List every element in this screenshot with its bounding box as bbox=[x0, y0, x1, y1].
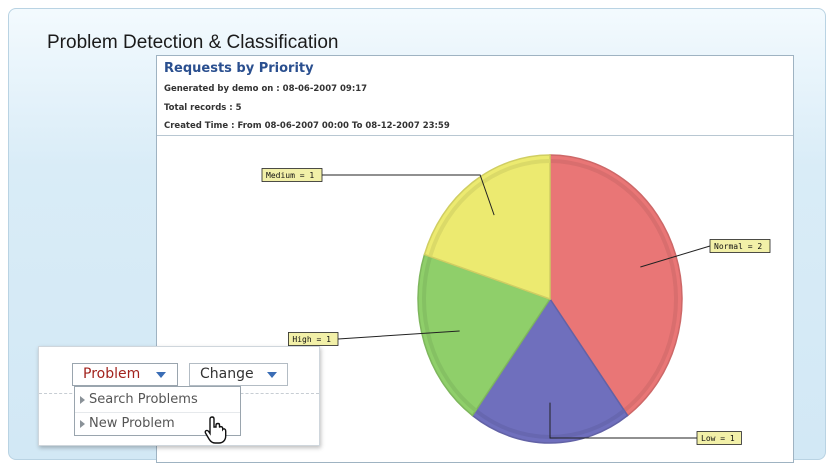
tab-change[interactable]: Change bbox=[189, 363, 288, 386]
tab-problem[interactable]: Problem bbox=[72, 363, 178, 386]
data-label-low: Low = 1 bbox=[701, 434, 735, 443]
data-label-medium: Medium = 1 bbox=[266, 171, 314, 180]
menu-item-search-problems[interactable]: Search Problems bbox=[75, 389, 240, 411]
tab-problem-label: Problem bbox=[83, 366, 141, 382]
menu-item-label: Search Problems bbox=[89, 392, 198, 407]
data-label-normal: Normal = 2 bbox=[714, 242, 762, 251]
data-label-high: High = 1 bbox=[292, 335, 331, 344]
chevron-down-icon bbox=[156, 372, 166, 378]
menu-popup: Problem Change Search Problems New Probl… bbox=[38, 346, 320, 446]
tab-change-label: Change bbox=[200, 366, 254, 382]
chevron-down-icon bbox=[267, 372, 277, 378]
arrow-right-icon bbox=[80, 420, 85, 428]
arrow-right-icon bbox=[80, 396, 85, 404]
hand-cursor-icon bbox=[204, 416, 227, 444]
menu-item-label: New Problem bbox=[89, 416, 175, 431]
